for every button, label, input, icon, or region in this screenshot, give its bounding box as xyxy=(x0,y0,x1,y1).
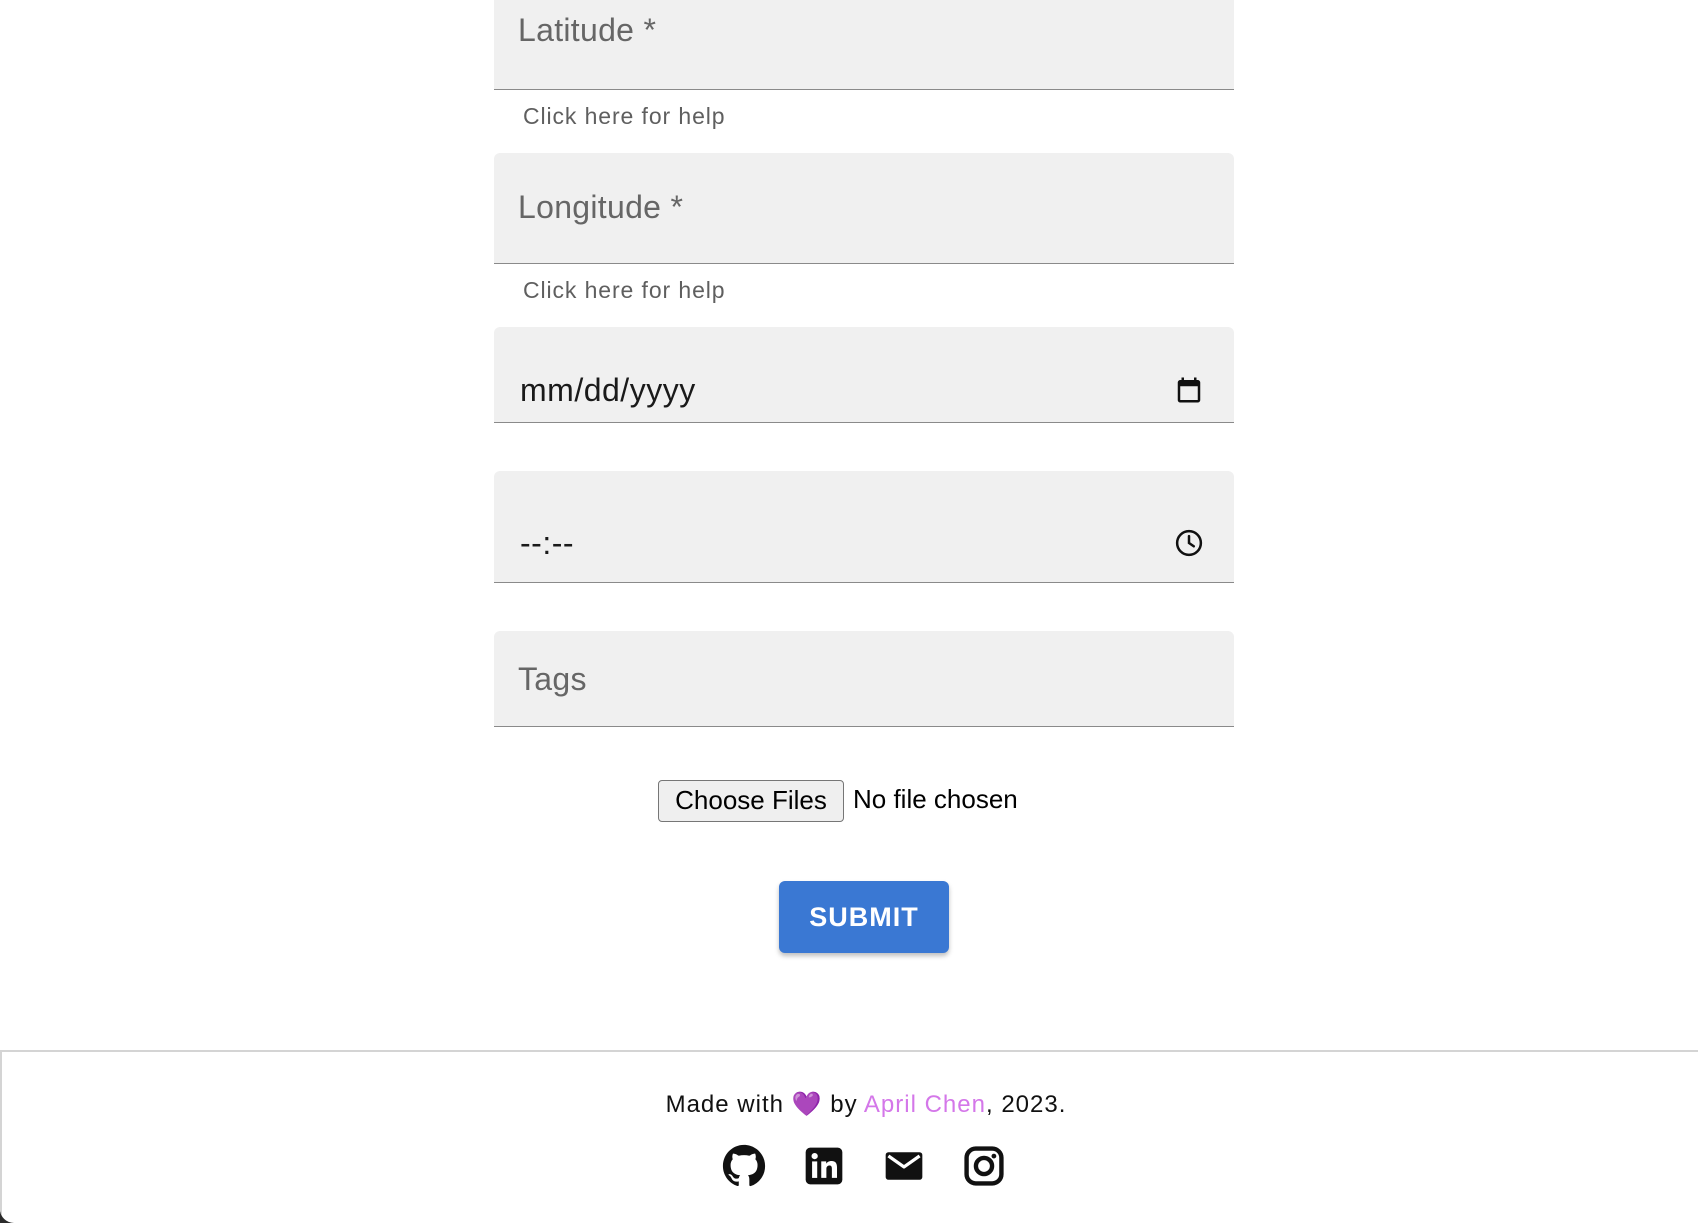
github-icon[interactable] xyxy=(722,1144,766,1188)
email-icon[interactable] xyxy=(882,1144,926,1188)
date-input[interactable]: mm/dd/yyyy xyxy=(494,327,1234,423)
submit-button[interactable]: SUBMIT xyxy=(779,881,949,953)
footer: Made with 💜 by April Chen, 2023. xyxy=(0,1050,1698,1223)
longitude-help-link[interactable]: Click here for help xyxy=(523,277,725,304)
latitude-label: Latitude * xyxy=(518,12,657,48)
page: Latitude * Click here for help Longitude… xyxy=(0,0,1698,1223)
heart-icon: 💜 xyxy=(791,1091,823,1118)
date-value: mm/dd/yyyy xyxy=(520,372,696,408)
instagram-icon[interactable] xyxy=(962,1144,1006,1188)
time-value: --:-- xyxy=(520,525,575,561)
latitude-help-link[interactable]: Click here for help xyxy=(523,103,725,130)
credit-prefix: Made with xyxy=(665,1091,784,1118)
clock-icon[interactable] xyxy=(1174,528,1204,558)
longitude-label: Longitude * xyxy=(518,189,684,225)
author-link[interactable]: April Chen xyxy=(864,1091,986,1118)
time-input[interactable]: --:-- xyxy=(494,471,1234,583)
latitude-field[interactable]: Latitude * xyxy=(494,0,1234,90)
choose-files-button[interactable]: Choose Files xyxy=(658,780,844,822)
linkedin-icon[interactable] xyxy=(802,1144,846,1188)
tags-field[interactable]: Tags xyxy=(494,631,1234,727)
credit-suffix: , 2023. xyxy=(985,1091,1067,1118)
credit-by: by xyxy=(830,1091,858,1118)
file-status: No file chosen xyxy=(853,784,1018,814)
tags-label: Tags xyxy=(518,661,587,697)
calendar-icon[interactable] xyxy=(1174,375,1204,405)
longitude-field[interactable]: Longitude * xyxy=(494,153,1234,264)
file-upload: Choose Files No file chosen xyxy=(494,780,1234,824)
footer-credit: Made with 💜 by April Chen, 2023. xyxy=(2,1090,1698,1119)
